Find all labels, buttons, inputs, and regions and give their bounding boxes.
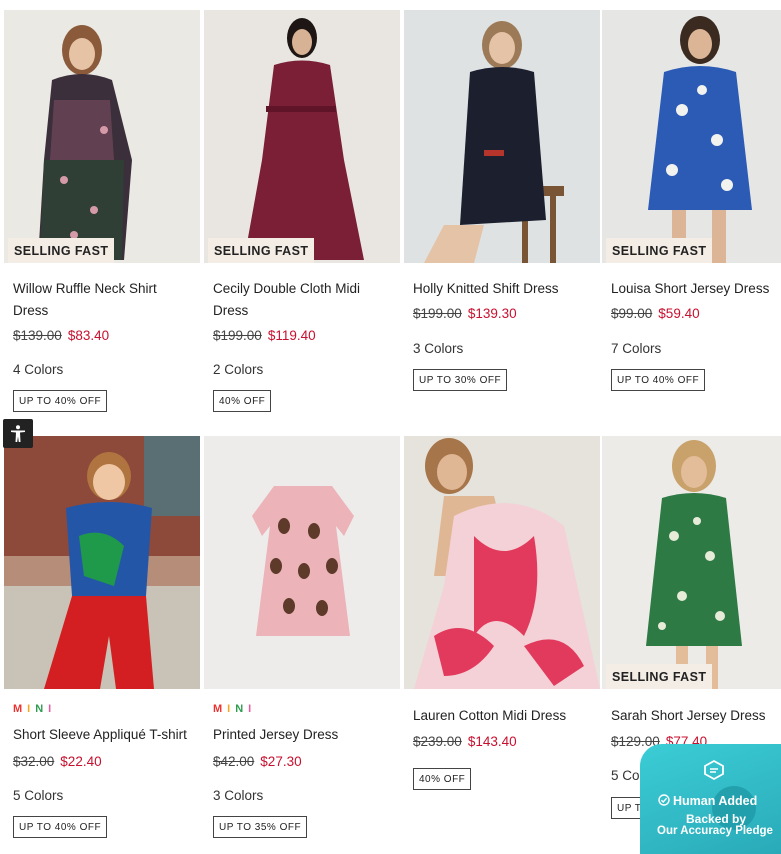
sale-price: $59.40 [658,306,700,321]
product-card[interactable]: MINI Short Sleeve Appliqué T-shirt $32.0… [4,436,200,854]
sale-price: $27.30 [260,754,302,769]
product-image[interactable]: SELLING FAST [4,10,200,263]
accuracy-pledge-widget[interactable]: Human Added Backed by Our Accuracy Pledg… [640,744,781,854]
dress-photo [4,10,200,263]
discount-tag: UP TO 40% OFF [611,369,706,391]
color-count[interactable]: 4 Colors [13,362,63,377]
product-name[interactable]: Cecily Double Cloth Midi Dress [213,278,393,322]
product-name[interactable]: Louisa Short Jersey Dress [611,278,781,300]
product-price: $42.00 $27.30 [213,754,302,769]
discount-tag: UP TO 30% OFF [413,369,508,391]
product-card[interactable]: SELLING FAST Louisa Short Jersey Dress $… [602,10,781,420]
product-card[interactable]: SELLING FAST Cecily Double Cloth Midi Dr… [204,10,400,420]
product-price: $239.00 $143.40 [413,734,517,749]
product-image[interactable] [4,436,200,689]
product-price: $139.00 $83.40 [13,328,109,343]
mini-letter: MINI [213,703,257,715]
color-count[interactable]: 5 Colors [13,788,63,803]
product-card[interactable]: SELLING FAST Willow Ruffle Neck Shirt Dr… [4,10,200,420]
dress-photo [602,436,781,689]
original-price: $42.00 [213,754,255,769]
original-price: $239.00 [413,734,462,749]
product-image[interactable]: SELLING FAST [602,10,781,263]
chat-bubble-icon [704,759,724,781]
discount-tag: UP TO 40% OFF [13,816,108,838]
product-name[interactable]: Willow Ruffle Neck Shirt Dress [13,278,193,322]
dress-photo [404,436,600,689]
dress-photo [602,10,781,263]
product-name[interactable]: Short Sleeve Appliqué T-shirt [13,724,193,746]
product-image[interactable]: SELLING FAST [204,10,400,263]
mini-letter: MINI [13,703,57,715]
dress-photo [204,436,400,689]
product-card[interactable]: Holly Knitted Shift Dress $199.00 $139.30… [404,10,600,420]
selling-fast-badge: SELLING FAST [208,238,315,263]
sale-price: $119.40 [267,328,316,343]
discount-tag: 40% OFF [213,390,272,412]
product-name[interactable]: Holly Knitted Shift Dress [413,278,593,300]
sale-price: $143.40 [467,734,517,749]
original-price: $99.00 [611,306,653,321]
product-card[interactable]: Lauren Cotton Midi Dress $239.00 $143.40 … [404,436,600,854]
sale-price: $22.40 [60,754,102,769]
product-image[interactable]: SELLING FAST [602,436,781,689]
check-circle-icon [658,794,670,806]
mini-label: MINI [213,703,256,715]
accessibility-button[interactable] [3,419,33,448]
accuracy-pledge-label: Our Accuracy Pledge [657,825,773,837]
product-name[interactable]: Sarah Short Jersey Dress [611,705,781,727]
product-price: $199.00 $119.40 [213,328,316,343]
top-edge [0,0,781,10]
product-name[interactable]: Lauren Cotton Midi Dress [413,705,593,727]
product-image[interactable] [404,10,600,263]
accessibility-icon [11,424,25,442]
human-added-text: Human Added [673,794,758,808]
product-price: $99.00 $59.40 [611,306,700,321]
color-count[interactable]: 3 Colors [413,341,463,356]
color-count[interactable]: 7 Colors [611,341,661,356]
color-count[interactable]: 2 Colors [213,362,263,377]
human-added-label: Human Added [658,794,757,808]
backed-by-label: Backed by [686,812,747,826]
kid-photo [4,436,200,689]
selling-fast-badge: SELLING FAST [606,664,713,689]
product-name[interactable]: Printed Jersey Dress [213,724,393,746]
original-price: $199.00 [213,328,262,343]
selling-fast-badge: SELLING FAST [8,238,115,263]
original-price: $199.00 [413,306,462,321]
selling-fast-badge: SELLING FAST [606,238,713,263]
mini-label: MINI [13,703,56,715]
product-image[interactable] [404,436,600,689]
discount-tag: UP TO 35% OFF [213,816,308,838]
product-price: $199.00 $139.30 [413,306,517,321]
product-card[interactable]: MINI Printed Jersey Dress $42.00 $27.30 3… [204,436,400,854]
product-image[interactable] [204,436,400,689]
original-price: $32.00 [13,754,55,769]
original-price: $139.00 [13,328,62,343]
sale-price: $139.30 [467,306,517,321]
sale-price: $83.40 [67,328,110,343]
discount-tag: 40% OFF [413,768,472,790]
dress-photo [404,10,600,263]
discount-tag: UP TO 40% OFF [13,390,108,412]
product-price: $32.00 $22.40 [13,754,102,769]
color-count[interactable]: 3 Colors [213,788,263,803]
dress-photo [204,10,400,263]
